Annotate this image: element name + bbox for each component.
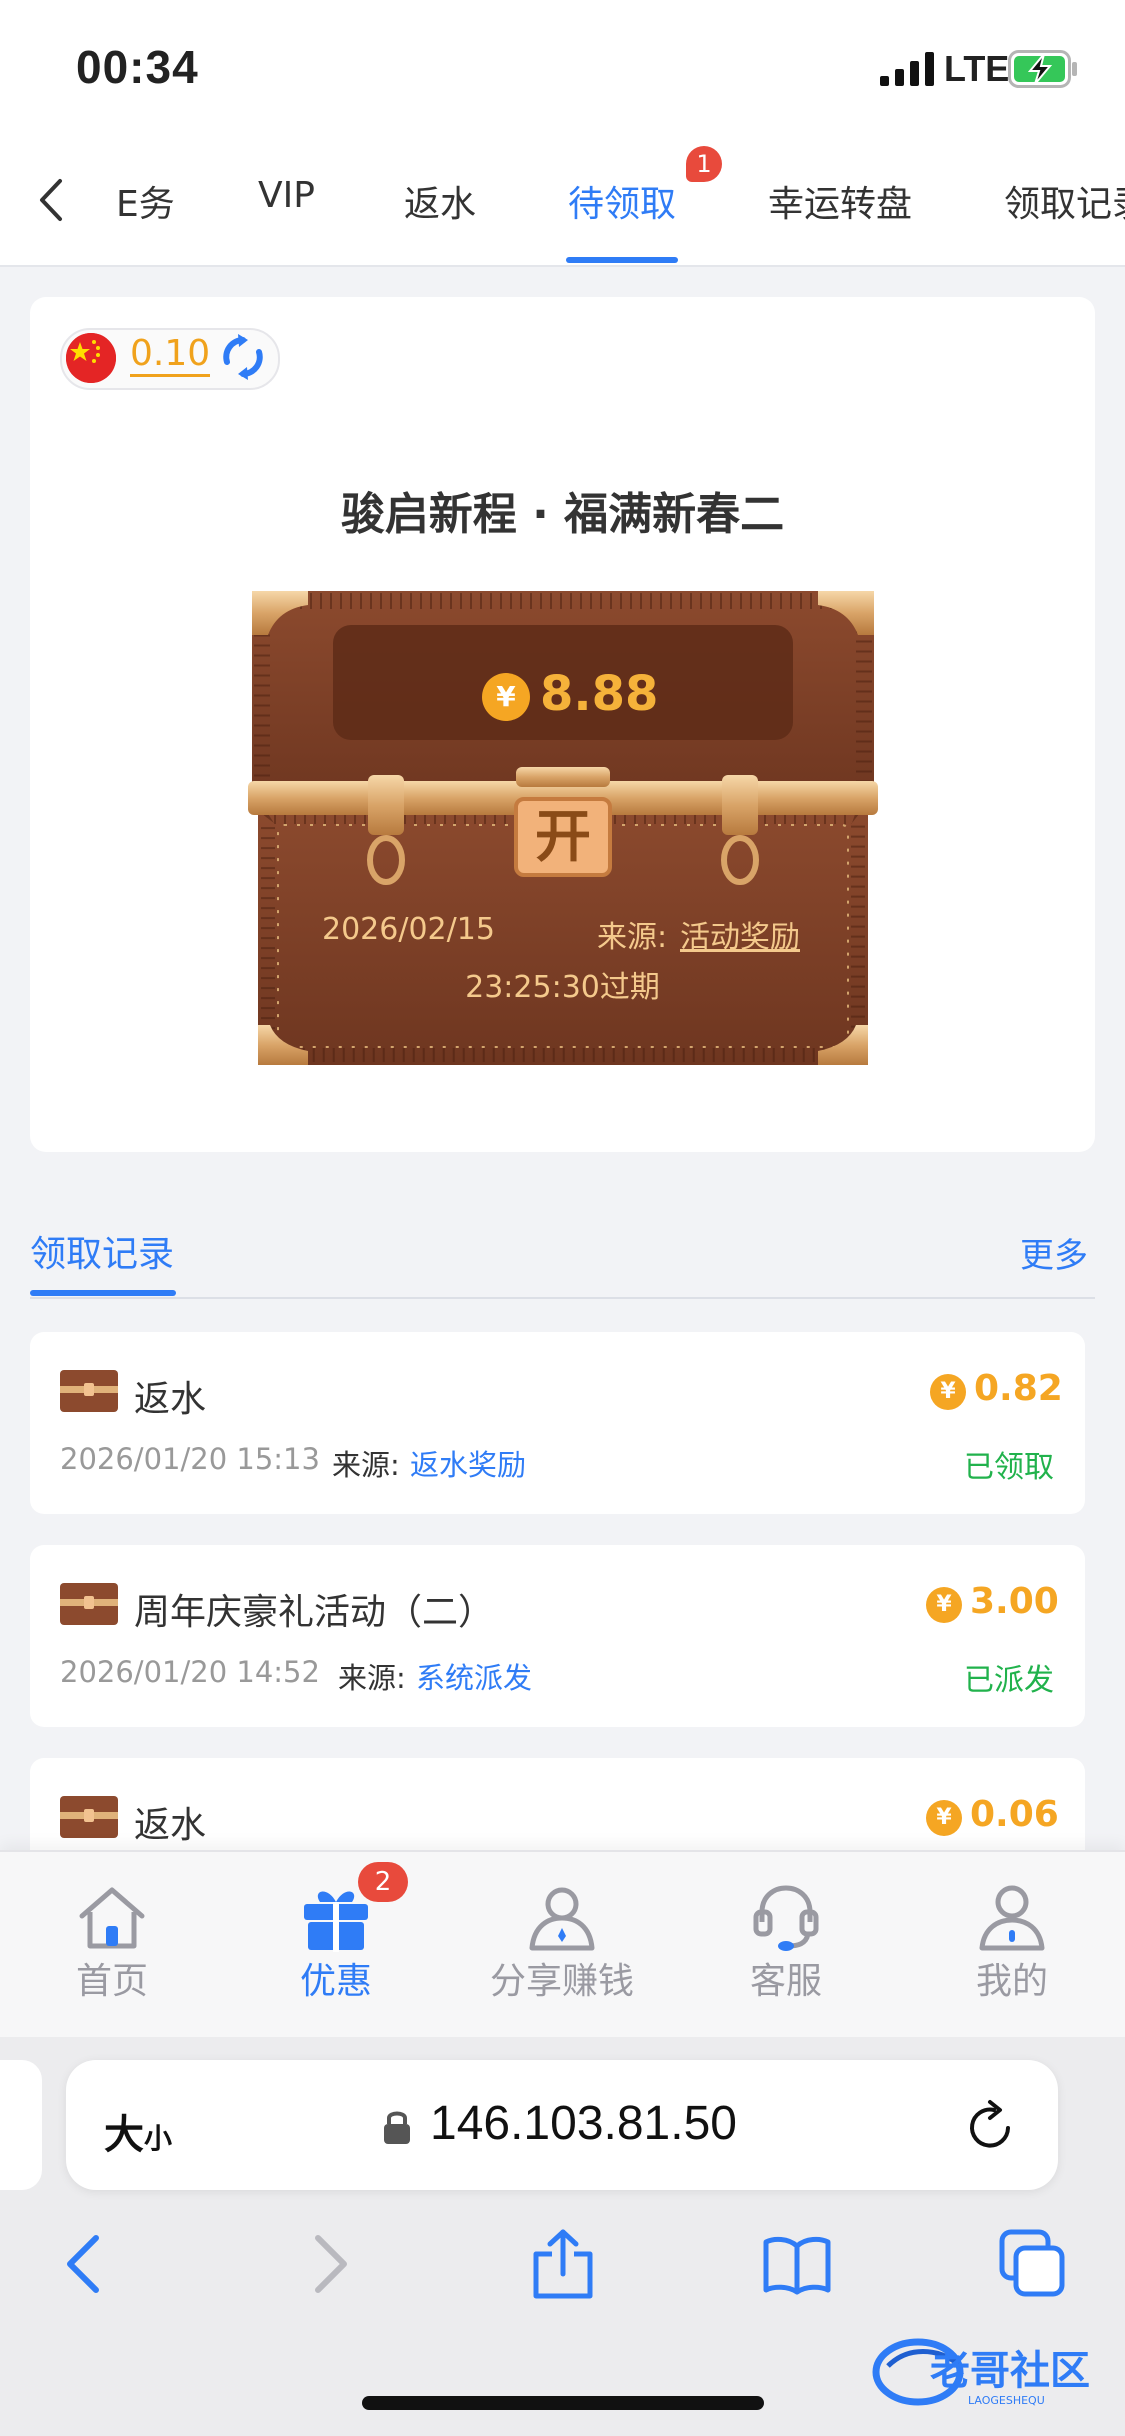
active-tab-underline	[566, 257, 678, 263]
refresh-balance-icon[interactable]	[218, 332, 268, 382]
open-chest-button[interactable]: 开	[516, 800, 610, 876]
records-divider	[30, 1297, 1095, 1299]
records-title-underline	[30, 1290, 176, 1296]
laogeshequ-watermark-logo: 老哥社区 LAOGESHEQU	[872, 2338, 1090, 2407]
records-title[interactable]: 领取记录	[30, 1225, 174, 1277]
nav-mine[interactable]: 我的	[922, 1952, 1102, 2004]
record-amount: 0.82	[974, 1368, 1063, 1409]
record-amount: 3.00	[970, 1581, 1059, 1622]
reward-expire: 23:25:30过期	[465, 970, 660, 1005]
profile-icon[interactable]	[974, 1882, 1050, 1952]
reward-date: 2026/02/15	[322, 912, 495, 947]
chest-icon	[60, 1370, 118, 1412]
record-date: 2026/01/20 14:52	[60, 1655, 320, 1689]
nav-promo-badge: 2	[358, 1862, 408, 1902]
record-status: 已派发	[964, 1663, 1054, 1698]
reward-source-label: 来源:	[597, 920, 668, 955]
network-label: LTE	[944, 48, 1010, 89]
tab-lucky-wheel[interactable]: 幸运转盘	[768, 175, 912, 227]
signal-icon	[880, 52, 934, 86]
previous-tab-preview[interactable]	[0, 2060, 42, 2190]
balance-value: 0.10	[130, 334, 211, 377]
text-size-big-label: 大	[104, 2112, 144, 2158]
nav-home[interactable]: 首页	[22, 1952, 202, 2004]
reload-icon[interactable]	[964, 2098, 1018, 2154]
tabs-icon[interactable]	[998, 2228, 1068, 2300]
record-item[interactable]	[30, 1545, 1085, 1727]
nav-share-earn[interactable]: 分享赚钱	[472, 1952, 652, 2004]
coin-icon: ¥	[926, 1800, 962, 1836]
home-indicator	[362, 2396, 764, 2410]
lock-icon	[384, 2111, 410, 2144]
home-icon[interactable]	[74, 1882, 150, 1952]
text-size-button[interactable]: 大小	[104, 2102, 172, 2160]
reward-title: 骏启新程 · 福满新春二	[340, 489, 785, 540]
tab-task[interactable]: E务	[116, 175, 175, 227]
battery-charging-icon	[1008, 50, 1077, 88]
tab-claim-records[interactable]: 领取记录	[1004, 175, 1125, 227]
record-source-label: 来源:	[338, 1661, 406, 1695]
coin-icon: ¥	[926, 1587, 962, 1623]
svg-text:老哥社区: 老哥社区	[930, 2348, 1090, 2394]
coin-icon: ¥	[482, 673, 530, 721]
records-more-link[interactable]: 更多	[1020, 1228, 1088, 1277]
chest-icon	[60, 1796, 118, 1838]
record-date: 2026/01/20 15:13	[60, 1442, 320, 1476]
bookmarks-icon[interactable]	[762, 2228, 832, 2300]
headset-icon[interactable]	[748, 1882, 824, 1952]
tab-pending[interactable]: 待领取	[568, 175, 676, 227]
nav-customer-service[interactable]: 客服	[696, 1952, 876, 2004]
record-name: 返水	[134, 1805, 207, 1846]
coin-icon: ¥	[930, 1374, 966, 1410]
svg-text:LAOGESHEQU: LAOGESHEQU	[968, 2394, 1045, 2407]
tab-vip[interactable]: VIP	[258, 175, 315, 216]
status-time: 00:34	[76, 41, 199, 93]
reward-amount: 8.88	[540, 666, 659, 722]
record-item[interactable]	[30, 1332, 1085, 1514]
record-name: 周年庆豪礼活动（二）	[134, 1592, 495, 1633]
nav-promotions[interactable]: 优惠	[246, 1952, 426, 2004]
text-size-small-label: 小	[144, 2122, 173, 2155]
record-name: 返水	[134, 1379, 207, 1420]
chest-icon	[60, 1583, 118, 1625]
back-chevron-icon[interactable]	[36, 175, 66, 225]
record-amount: 0.06	[970, 1794, 1059, 1835]
share-icon[interactable]	[528, 2228, 598, 2300]
record-source[interactable]: 返水奖励	[410, 1442, 526, 1484]
record-source-label: 来源:	[332, 1448, 400, 1482]
record-source[interactable]: 系统派发	[416, 1655, 532, 1697]
forward-icon[interactable]	[294, 2228, 364, 2300]
back-icon[interactable]	[50, 2228, 120, 2300]
tab-rebate[interactable]: 返水	[404, 175, 476, 227]
record-status: 已领取	[964, 1450, 1054, 1485]
reward-source-link[interactable]: 活动奖励	[680, 912, 800, 956]
share-earn-icon[interactable]	[524, 1882, 600, 1952]
china-flag-icon	[66, 333, 116, 383]
url-text[interactable]: 146.103.81.50	[430, 2096, 737, 2151]
tab-pending-badge: 1	[686, 146, 722, 182]
